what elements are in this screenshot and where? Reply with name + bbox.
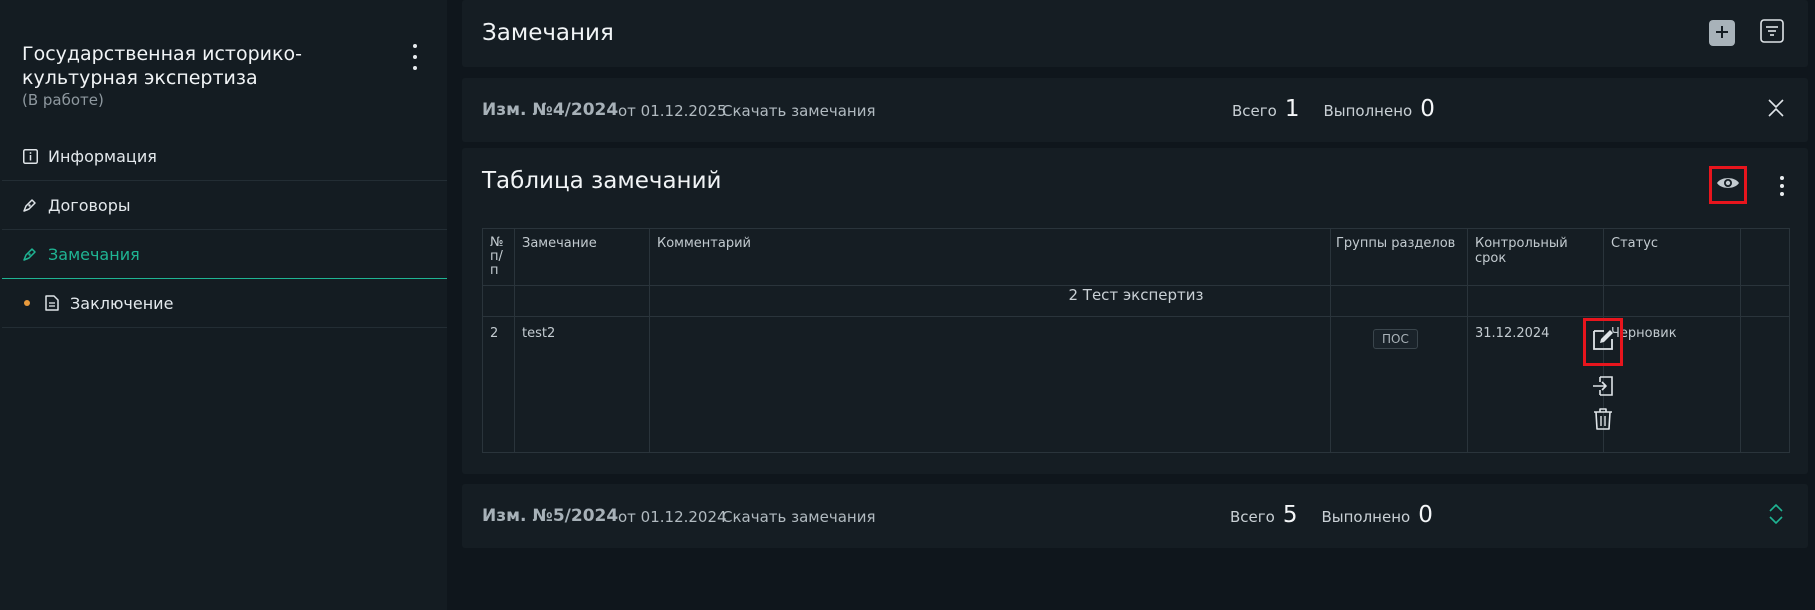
sidebar-item-information[interactable]: Информация (2, 132, 447, 181)
edit-icon (1591, 328, 1615, 356)
revision-counters: Всего 5 Выполнено 0 (1230, 502, 1433, 528)
filter-icon (1760, 19, 1784, 47)
revision-date: от 01.12.2025 (618, 102, 727, 120)
sidebar-nav: Информация Договоры Замечания Заключение (2, 132, 447, 328)
table-title: Таблица замечаний (482, 168, 722, 194)
sidebar-item-label: Заключение (70, 293, 174, 313)
row-remark: test2 (522, 326, 556, 341)
collapse-icon (1767, 98, 1785, 122)
project-status: (В работе) (22, 91, 104, 109)
revision-title: Изм. №4/2024 (482, 100, 619, 120)
edit-button[interactable] (1583, 318, 1623, 366)
revision-header[interactable]: Изм. №5/2024 от 01.12.2024 Скачать замеч… (462, 484, 1808, 548)
delete-button[interactable] (1591, 408, 1615, 434)
column-header: Группы разделов (1336, 236, 1456, 251)
page-header: Замечания (462, 0, 1808, 67)
revision-date: от 01.12.2024 (618, 508, 727, 526)
table-menu-button[interactable] (1776, 176, 1788, 196)
remarks-table-panel: Таблица замечаний № п/п Замечание Коммен… (462, 148, 1808, 474)
sidebar-item-remarks[interactable]: Замечания (2, 230, 447, 279)
sidebar-item-label: Договоры (48, 195, 131, 215)
project-menu-button[interactable] (404, 44, 426, 70)
filter-button[interactable] (1759, 19, 1785, 47)
add-button[interactable] (1709, 20, 1735, 46)
move-button[interactable] (1591, 376, 1615, 400)
login-icon (1592, 376, 1614, 400)
status-dot (24, 300, 30, 306)
column-header: Статус (1611, 236, 1659, 251)
collapse-button[interactable] (1764, 98, 1788, 122)
total-label: Всего (1230, 508, 1275, 526)
row-deadline: 31.12.2024 (1475, 326, 1550, 341)
chevron-up-down-icon (1768, 504, 1784, 528)
section-tag: ПОС (1373, 329, 1418, 349)
info-icon (22, 148, 38, 164)
done-label: Выполнено (1323, 102, 1413, 120)
sidebar-item-contracts[interactable]: Договоры (2, 181, 447, 230)
trash-icon (1593, 408, 1613, 434)
pen-icon (22, 246, 38, 262)
page-title: Замечания (482, 20, 614, 46)
column-header: № п/п (490, 235, 504, 278)
done-label: Выполнено (1321, 508, 1411, 526)
download-remarks-link[interactable]: Скачать замечания (722, 508, 875, 526)
document-icon (44, 295, 60, 311)
row-number: 2 (490, 326, 499, 341)
done-count: 0 (1418, 502, 1433, 528)
total-count: 1 (1284, 96, 1300, 122)
plus-icon (1715, 24, 1729, 43)
revision-counters: Всего 1 Выполнено 0 (1232, 96, 1435, 122)
sidebar-item-label: Замечания (48, 244, 140, 264)
group-row: 2 Тест экспертиз (1068, 286, 1204, 304)
column-header: Комментарий (657, 236, 751, 251)
remarks-table: № п/п Замечание Комментарий Группы разде… (482, 228, 1790, 453)
total-count: 5 (1282, 502, 1298, 528)
column-header: Контрольный срок (1475, 236, 1568, 266)
done-count: 0 (1420, 96, 1435, 122)
column-header: Замечание (522, 236, 597, 251)
expand-button[interactable] (1764, 504, 1788, 528)
project-title: Государственная историко-культурная эксп… (22, 43, 302, 89)
revision-title: Изм. №5/2024 (482, 506, 619, 526)
sidebar: Государственная историко-культурная эксп… (0, 0, 447, 610)
revision-header[interactable]: Изм. №4/2024 от 01.12.2025 Скачать замеч… (462, 78, 1808, 142)
sidebar-item-label: Информация (48, 146, 157, 166)
sidebar-item-conclusion[interactable]: Заключение (2, 279, 447, 328)
total-label: Всего (1232, 102, 1277, 120)
eye-icon (1716, 175, 1740, 195)
view-button[interactable] (1709, 166, 1747, 204)
download-remarks-link[interactable]: Скачать замечания (722, 102, 875, 120)
pen-icon (22, 197, 38, 213)
